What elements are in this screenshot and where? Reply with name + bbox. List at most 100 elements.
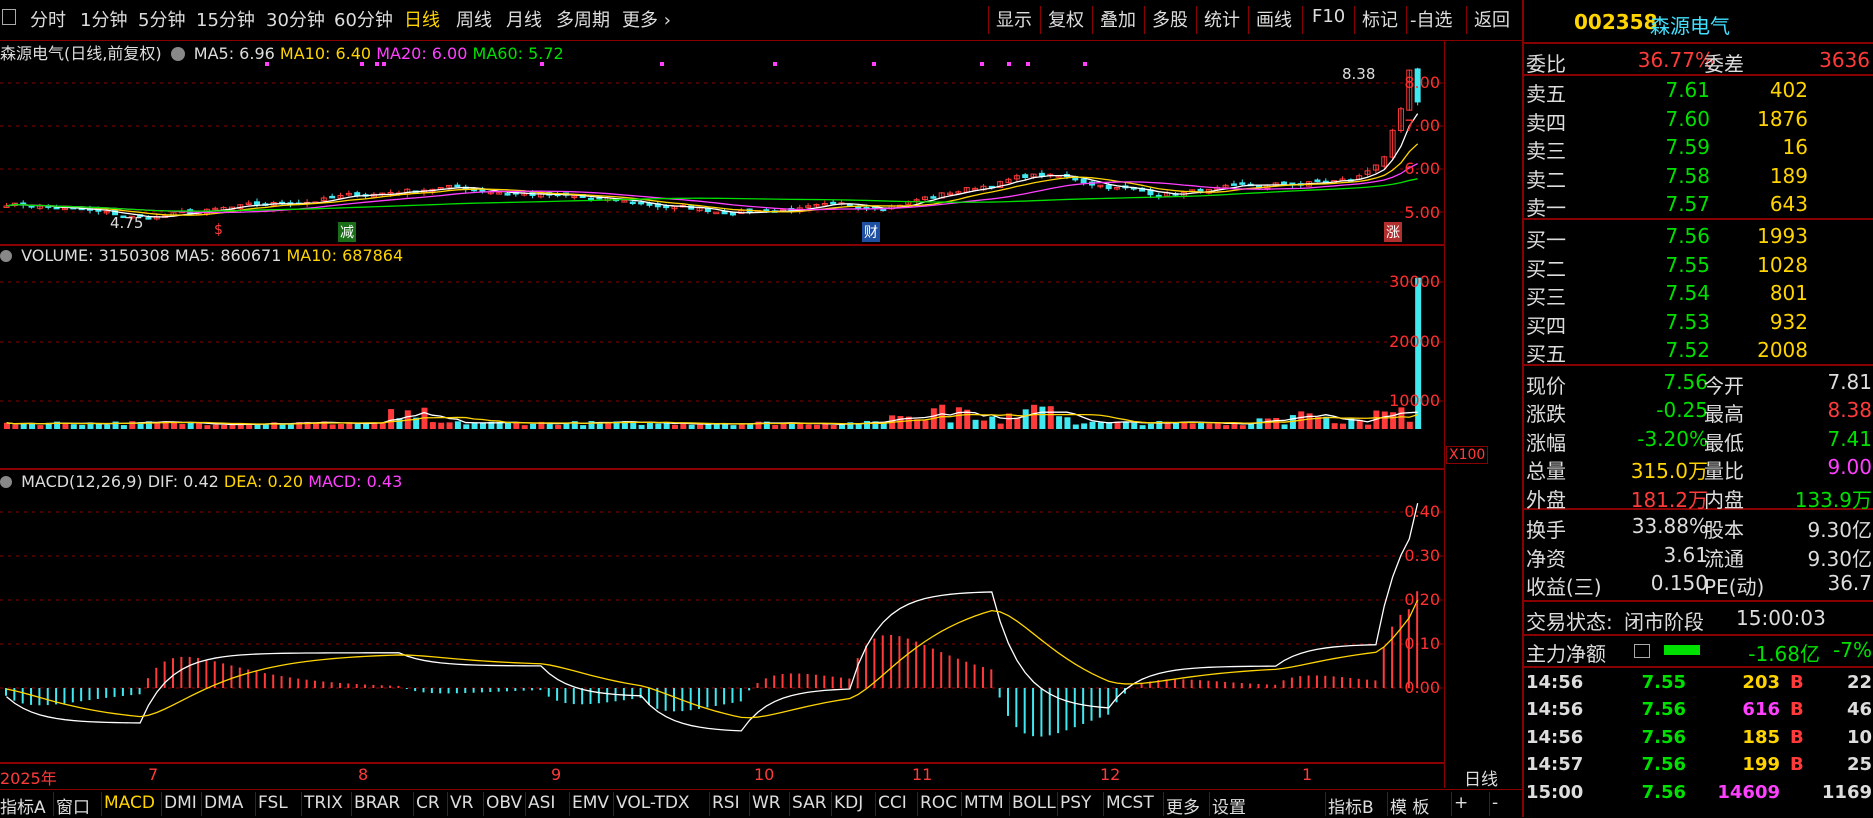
period-15min[interactable]: 15分钟 (196, 6, 255, 32)
period-60min[interactable]: 60分钟 (334, 6, 393, 32)
volume-bar (329, 424, 336, 429)
dividend-marker[interactable]: $ (214, 222, 223, 238)
period-multi[interactable]: 多周期 (556, 6, 610, 32)
indicator-tab[interactable]: WR (752, 793, 781, 813)
indicator-tab[interactable]: 指标B (1328, 793, 1374, 818)
indicator-tab[interactable]: 窗口 (56, 793, 90, 818)
ask-volume: 16 (1782, 135, 1808, 160)
bid-label: 买一 (1526, 228, 1566, 252)
period-1min[interactable]: 1分钟 (80, 6, 127, 32)
period-monthly[interactable]: 月线 (506, 6, 542, 32)
bid-row[interactable]: 买五 7.52 2008 (1524, 336, 1873, 366)
net-value: -1.68亿 (1748, 642, 1820, 666)
indicator-tab[interactable]: EMV (572, 793, 609, 813)
ask-row[interactable]: 卖一 7.57 643 (1524, 190, 1873, 220)
fund-label: 收益(三) (1526, 575, 1602, 600)
bid-row[interactable]: 买二 7.55 1028 (1524, 251, 1873, 281)
period-5min[interactable]: 5分钟 (138, 6, 185, 32)
indicator-tab[interactable]: DMA (204, 793, 243, 813)
finance-marker[interactable]: 财 (862, 222, 880, 242)
ask-row[interactable]: 卖四 7.60 1876 (1524, 105, 1873, 135)
volume-bar (1014, 417, 1021, 429)
dea-label: DEA: 0.20 (223, 472, 304, 491)
indicator-tab[interactable]: DMI (164, 793, 197, 813)
indicator-tab[interactable]: + (1454, 793, 1468, 813)
volume-bar (1406, 421, 1413, 429)
btn-back[interactable]: 返回 (1474, 6, 1510, 32)
indicator-tab[interactable]: BRAR (354, 793, 400, 813)
btn-f10[interactable]: F10 (1312, 6, 1345, 27)
volume-bar (997, 423, 1004, 429)
indicator-tab[interactable]: MACD (104, 793, 155, 813)
btn-multistock[interactable]: 多股 (1152, 6, 1188, 32)
indicator-tab[interactable]: VOL-TDX (616, 793, 690, 813)
list-icon[interactable] (1634, 644, 1650, 658)
indicator-tab[interactable]: TRIX (304, 793, 343, 813)
indicator-tab[interactable]: RSI (712, 793, 740, 813)
bid-row[interactable]: 买三 7.54 801 (1524, 279, 1873, 309)
volume-bar (1081, 423, 1088, 429)
indicator-tab[interactable]: SAR (792, 793, 827, 813)
ask-row[interactable]: 卖二 7.58 189 (1524, 162, 1873, 192)
period-indicator[interactable]: 日线 (1464, 765, 1498, 790)
candle-body (729, 212, 736, 216)
volume-bar (1239, 425, 1246, 429)
indicator-tab[interactable]: 模 板 (1390, 793, 1429, 818)
period-weekly[interactable]: 周线 (456, 6, 492, 32)
btn-watchlist[interactable]: -自选 (1410, 6, 1453, 32)
window-icon[interactable] (2, 9, 16, 25)
bid-volume: 932 (1769, 309, 1808, 334)
indicator-tab[interactable]: CR (416, 793, 440, 813)
volume-bar (379, 422, 386, 429)
btn-adjust[interactable]: 复权 (1048, 6, 1084, 32)
btn-stats[interactable]: 统计 (1204, 6, 1240, 32)
candle-body (704, 208, 711, 212)
chart-area[interactable]: 森源电气(日线,前复权) MA5: 6.96 MA10: 6.40 MA20: … (0, 40, 1498, 790)
bid-row[interactable]: 买一 7.56 1993 (1524, 222, 1873, 252)
indicator-tab[interactable]: MTM (964, 793, 1004, 813)
ask-row[interactable]: 卖三 7.59 16 (1524, 133, 1873, 163)
indicator-tab[interactable]: CCI (878, 793, 907, 813)
ask-volume: 1876 (1757, 106, 1808, 131)
settings-icon[interactable] (170, 47, 185, 61)
limit-up-marker[interactable]: 涨 (1384, 222, 1402, 242)
chart-canvas[interactable] (0, 40, 1445, 788)
indicator-tab[interactable]: PSY (1060, 793, 1091, 813)
indicator-tab[interactable]: OBV (486, 793, 522, 813)
btn-display[interactable]: 显示 (996, 6, 1032, 32)
settings-icon[interactable] (0, 476, 12, 488)
period-30min[interactable]: 30分钟 (266, 6, 325, 32)
volume-bar (513, 422, 520, 429)
price-ytick: 5.00 (1404, 203, 1440, 222)
reduce-marker[interactable]: 减 (338, 222, 356, 242)
indicator-tab[interactable]: FSL (258, 793, 288, 813)
indicator-tab[interactable]: MCST (1106, 793, 1154, 813)
settings-icon[interactable] (0, 250, 12, 262)
btn-mark[interactable]: 标记 (1362, 6, 1398, 32)
indicator-tab[interactable]: 更多 (1166, 793, 1200, 818)
indicator-tab[interactable]: BOLL (1012, 793, 1056, 813)
vol-ma10-line (6, 413, 1418, 425)
stat-value: 7.56 (1663, 370, 1708, 394)
indicator-tab[interactable]: - (1492, 793, 1498, 813)
indicator-tab[interactable]: KDJ (834, 793, 863, 813)
indicator-tab[interactable]: 指标A (0, 793, 46, 818)
btn-draw[interactable]: 画线 (1256, 6, 1292, 32)
bid-row[interactable]: 买四 7.53 932 (1524, 308, 1873, 338)
volume-bar (1381, 411, 1388, 429)
indicator-tab[interactable]: ASI (528, 793, 555, 813)
macd-ytick: 0.00 (1404, 678, 1440, 697)
btn-overlay[interactable]: 叠加 (1100, 6, 1136, 32)
event-dot (872, 62, 876, 66)
ask-row[interactable]: 卖五 7.61 402 (1524, 76, 1873, 106)
indicator-tab[interactable]: VR (450, 793, 473, 813)
period-daily[interactable]: 日线 (404, 6, 440, 32)
indicator-tab[interactable]: 设置 (1212, 793, 1246, 818)
volume-bar (229, 424, 236, 429)
indicator-tabs: 指标A 窗口 MACD DMI DMA FSL TRIX BRAR CR VR OBV ASI EMV V… (0, 789, 1522, 818)
volume-bar (1097, 422, 1104, 429)
indicator-tab[interactable]: ROC (920, 793, 957, 813)
period-fenshi[interactable]: 分时 (30, 6, 66, 32)
period-more[interactable]: 更多 › (622, 6, 671, 32)
stat-value: 8.38 (1827, 398, 1872, 423)
